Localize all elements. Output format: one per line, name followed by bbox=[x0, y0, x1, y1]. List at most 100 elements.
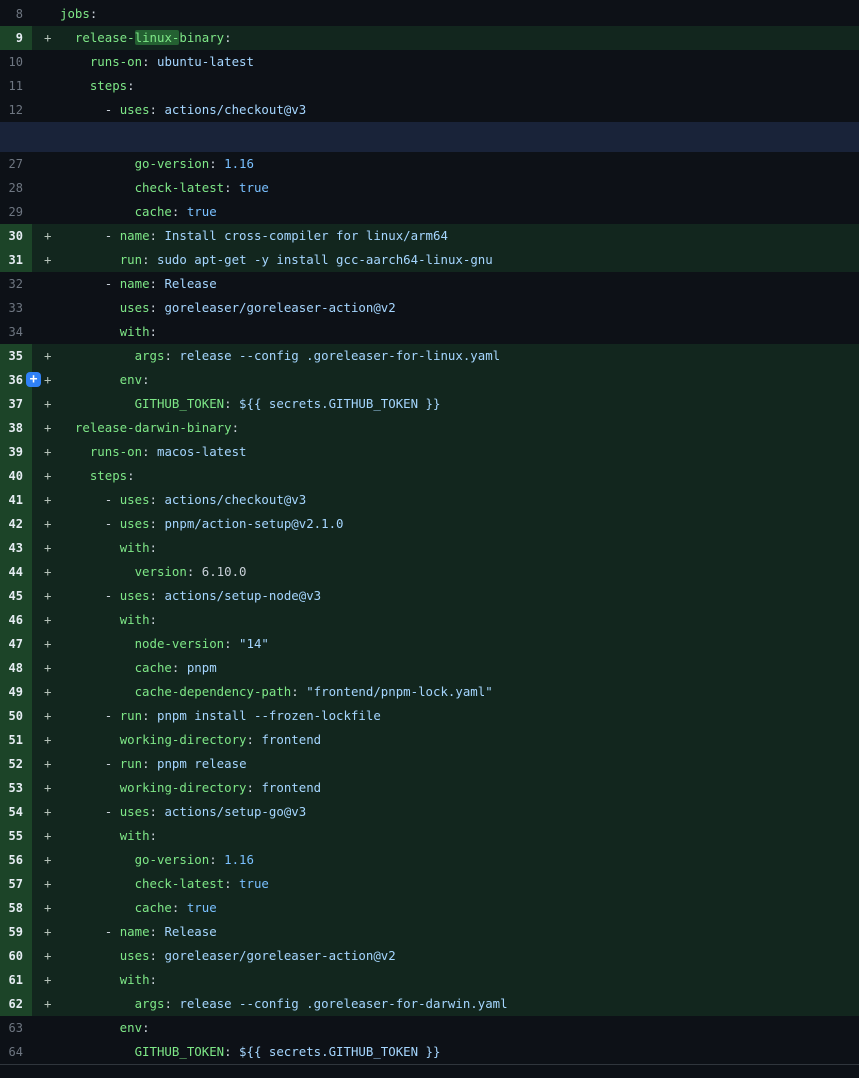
diff-line: 39 + runs-on: macos-latest bbox=[0, 440, 859, 464]
line-number[interactable]: 34 bbox=[0, 320, 32, 344]
line-number[interactable]: 63 bbox=[0, 1016, 32, 1040]
diff-added-marker: + bbox=[44, 440, 51, 464]
line-number[interactable]: 46 bbox=[0, 608, 32, 632]
code-line-content: - uses: actions/setup-node@v3 bbox=[60, 584, 321, 608]
line-number[interactable]: 42 bbox=[0, 512, 32, 536]
line-number[interactable]: 27 bbox=[0, 152, 32, 176]
diff-added-marker: + bbox=[44, 560, 51, 584]
line-number[interactable]: 28 bbox=[0, 176, 32, 200]
line-number[interactable]: 40 bbox=[0, 464, 32, 488]
code-line-content: node-version: "14" bbox=[60, 632, 269, 656]
diff-line: 50+ - run: pnpm install --frozen-lockfil… bbox=[0, 704, 859, 728]
line-number[interactable]: 39 bbox=[0, 440, 32, 464]
code-line-content: cache: true bbox=[60, 200, 217, 224]
line-number[interactable]: 9 bbox=[0, 26, 32, 50]
code-line-content: - name: Release bbox=[60, 920, 217, 944]
line-number[interactable]: 29 bbox=[0, 200, 32, 224]
line-number[interactable]: 35 bbox=[0, 344, 32, 368]
line-number[interactable]: 48 bbox=[0, 656, 32, 680]
add-line-comment-button[interactable]: + bbox=[26, 372, 41, 387]
code-line-content: runs-on: macos-latest bbox=[60, 440, 247, 464]
line-number[interactable]: 43 bbox=[0, 536, 32, 560]
line-number[interactable]: 54 bbox=[0, 800, 32, 824]
diff-added-marker: + bbox=[44, 416, 51, 440]
line-number[interactable]: 55 bbox=[0, 824, 32, 848]
line-number[interactable]: 57 bbox=[0, 872, 32, 896]
code-line-content: args: release --config .goreleaser-for-d… bbox=[60, 992, 508, 1016]
diff-line: 41+ - uses: actions/checkout@v3 bbox=[0, 488, 859, 512]
line-number[interactable]: 8 bbox=[0, 2, 32, 26]
code-line-content: runs-on: ubuntu-latest bbox=[60, 50, 254, 74]
code-line-content: - uses: actions/setup-go@v3 bbox=[60, 800, 306, 824]
diff-line: 44 + version: 6.10.0 bbox=[0, 560, 859, 584]
code-line-content: steps: bbox=[60, 74, 135, 98]
code-line-content: - name: Install cross-compiler for linux… bbox=[60, 224, 448, 248]
line-number[interactable]: 59 bbox=[0, 920, 32, 944]
diff-line: 11 steps: bbox=[0, 74, 859, 98]
code-line-content: uses: goreleaser/goreleaser-action@v2 bbox=[60, 944, 396, 968]
line-number[interactable]: 61 bbox=[0, 968, 32, 992]
diff-line: 49+ cache-dependency-path: "frontend/pnp… bbox=[0, 680, 859, 704]
diff-added-marker: + bbox=[44, 584, 51, 608]
diff-added-marker: + bbox=[44, 848, 51, 872]
line-number[interactable]: 33 bbox=[0, 296, 32, 320]
line-number[interactable]: 37 bbox=[0, 392, 32, 416]
diff-added-marker: + bbox=[44, 608, 51, 632]
diff-line: 38 + release-darwin-binary: bbox=[0, 416, 859, 440]
line-number[interactable]: 31 bbox=[0, 248, 32, 272]
diff-line: 29 cache: true bbox=[0, 200, 859, 224]
line-number[interactable]: 38 bbox=[0, 416, 32, 440]
line-number[interactable]: 64 bbox=[0, 1040, 32, 1064]
diff-added-marker: + bbox=[44, 800, 51, 824]
line-number[interactable]: 10 bbox=[0, 50, 32, 74]
line-number[interactable]: 30 bbox=[0, 224, 32, 248]
line-number[interactable]: 47 bbox=[0, 632, 32, 656]
code-line-content: working-directory: frontend bbox=[60, 776, 321, 800]
diff-line: 28 check-latest: true bbox=[0, 176, 859, 200]
line-number[interactable]: 45 bbox=[0, 584, 32, 608]
diff-added-marker: + bbox=[44, 656, 51, 680]
code-line-content: with: bbox=[60, 968, 157, 992]
line-number[interactable]: 58 bbox=[0, 896, 32, 920]
expand-hidden-lines-row[interactable] bbox=[0, 122, 859, 152]
line-number[interactable]: 52 bbox=[0, 752, 32, 776]
diff-added-marker: + bbox=[44, 968, 51, 992]
diff-line: 48 + cache: pnpm bbox=[0, 656, 859, 680]
line-number[interactable]: 51 bbox=[0, 728, 32, 752]
line-number[interactable]: 50 bbox=[0, 704, 32, 728]
line-number[interactable]: 49 bbox=[0, 680, 32, 704]
code-line-content: steps: bbox=[60, 464, 135, 488]
diff-added-marker: + bbox=[44, 680, 51, 704]
line-number[interactable]: 53 bbox=[0, 776, 32, 800]
diff-line: 51+ working-directory: frontend bbox=[0, 728, 859, 752]
diff-line: 42+ - uses: pnpm/action-setup@v2.1.0 bbox=[0, 512, 859, 536]
code-line-content: - uses: actions/checkout@v3 bbox=[60, 488, 306, 512]
diff-view: 8jobs:9+ release-linux-binary:10 runs-on… bbox=[0, 0, 859, 1064]
code-line-content: with: bbox=[60, 536, 157, 560]
line-number[interactable]: 62 bbox=[0, 992, 32, 1016]
diff-line: 45 + - uses: actions/setup-node@v3 bbox=[0, 584, 859, 608]
diff-line: 34 with: bbox=[0, 320, 859, 344]
code-line-content: GITHUB_TOKEN: ${{ secrets.GITHUB_TOKEN }… bbox=[60, 392, 440, 416]
line-number[interactable]: 12 bbox=[0, 98, 32, 122]
code-line-content: - uses: actions/checkout@v3 bbox=[60, 98, 306, 122]
diff-line: 40+ steps: bbox=[0, 464, 859, 488]
line-number[interactable]: 44 bbox=[0, 560, 32, 584]
code-line-content: version: 6.10.0 bbox=[60, 560, 247, 584]
diff-line: 61 + with: bbox=[0, 968, 859, 992]
line-number[interactable]: 32 bbox=[0, 272, 32, 296]
code-line-content: - run: pnpm install --frozen-lockfile bbox=[60, 704, 381, 728]
diff-line: 31+ run: sudo apt-get -y install gcc-aar… bbox=[0, 248, 859, 272]
line-number[interactable]: 41 bbox=[0, 488, 32, 512]
code-line-content: release-darwin-binary: bbox=[60, 416, 239, 440]
code-line-content: cache: pnpm bbox=[60, 656, 217, 680]
diff-line: 59 + - name: Release bbox=[0, 920, 859, 944]
line-number[interactable]: 60 bbox=[0, 944, 32, 968]
line-number[interactable]: 56 bbox=[0, 848, 32, 872]
diff-line: 10 runs-on: ubuntu-latest bbox=[0, 50, 859, 74]
diff-added-marker: + bbox=[44, 992, 51, 1016]
diff-line: 58+ cache: true bbox=[0, 896, 859, 920]
diff-added-marker: + bbox=[44, 824, 51, 848]
diff-added-marker: + bbox=[44, 920, 51, 944]
line-number[interactable]: 11 bbox=[0, 74, 32, 98]
